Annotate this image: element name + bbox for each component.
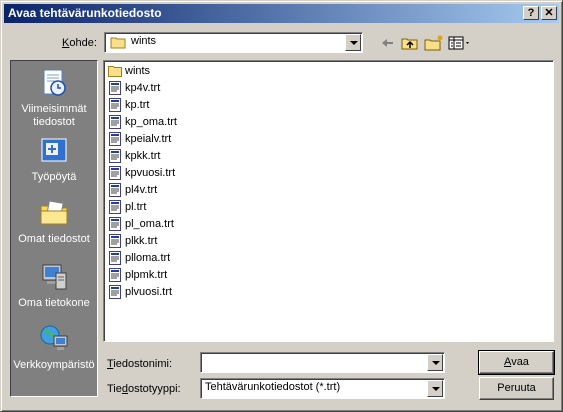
place-network[interactable]: Verkkoympäristö: [11, 323, 97, 372]
up-folder-icon: [401, 38, 418, 50]
open-button[interactable]: Avaa: [478, 350, 555, 375]
file-list[interactable]: wints kp4v.trt kp.trt kp_oma.trt kpeialv…: [103, 60, 554, 342]
file-type-label-pre: Tie: [107, 383, 122, 395]
document-icon: [109, 234, 121, 248]
file-name: plkk.trt: [125, 235, 158, 247]
look-in-dropdown[interactable]: wints: [104, 32, 363, 53]
file-type-label-rest: ostotyyppi:: [128, 383, 181, 395]
file-type-dropdown[interactable]: Tehtävärunkotiedostot (*.trt): [200, 378, 445, 399]
file-name-input[interactable]: [200, 352, 445, 373]
document-icon: [109, 251, 121, 265]
place-my-documents[interactable]: Omat tiedostot: [11, 197, 97, 246]
place-recent[interactable]: Viimeisimmät tiedostot: [11, 67, 97, 129]
open-label-rest: vaa: [511, 356, 529, 368]
close-button[interactable]: ✕: [541, 6, 557, 20]
help-icon: ?: [527, 7, 535, 19]
document-icon: [109, 285, 121, 299]
view-list-icon: [448, 36, 469, 50]
new-folder-button[interactable]: [423, 34, 445, 52]
my-documents-icon: [40, 200, 68, 225]
document-icon: [109, 166, 121, 180]
file-name: pl_oma.trt: [125, 218, 174, 230]
file-name: kpeialv.trt: [125, 133, 172, 145]
view-menu-button[interactable]: [447, 34, 473, 52]
document-icon: [109, 98, 121, 112]
file-name: kp4v.trt: [125, 82, 161, 94]
file-type-value: Tehtävärunkotiedostot (*.trt): [205, 381, 341, 393]
file-name: plvuosi.trt: [125, 286, 173, 298]
close-icon: ✕: [544, 7, 554, 19]
document-icon: [109, 115, 121, 129]
file-name: pl.trt: [125, 201, 147, 213]
place-label: Oma tietokone: [18, 297, 90, 309]
file-name-dropdown-arrow[interactable]: [427, 354, 443, 371]
place-label: Omat tiedostot: [18, 233, 90, 245]
file-name: plpmk.trt: [125, 269, 168, 281]
file-name: kpkk.trt: [125, 150, 161, 162]
recent-documents-icon: [43, 69, 66, 96]
look-in-label-rest: ohde:: [69, 37, 97, 49]
place-label: Verkkoympäristö: [13, 359, 95, 371]
document-icon: [109, 132, 121, 146]
desktop-icon: [41, 138, 67, 162]
folder-icon: [108, 66, 122, 77]
places-bar: Viimeisimmät tiedostot Työpöytä Omat tie…: [10, 60, 98, 397]
place-my-computer[interactable]: Oma tietokone: [11, 261, 97, 310]
file-name: plloma.trt: [125, 252, 171, 264]
file-name: kp_oma.trt: [125, 116, 177, 128]
new-folder-icon: [424, 35, 443, 51]
network-places-icon: [40, 325, 68, 350]
document-icon: [109, 183, 121, 197]
cancel-button[interactable]: Peruuta: [479, 377, 554, 400]
file-type-dropdown-arrow[interactable]: [427, 380, 443, 397]
folder-icon: [110, 37, 126, 49]
place-label: Viimeisimmät tiedostot: [21, 103, 87, 128]
file-name: wints: [125, 65, 151, 77]
open-dialog: Avaa tehtävärunkotiedosto ? ✕ Kohde: win…: [0, 0, 563, 412]
title-bar[interactable]: Avaa tehtävärunkotiedosto: [4, 4, 559, 23]
back-arrow-icon: [382, 39, 393, 47]
file-name: kp.trt: [125, 99, 150, 111]
file-name: pl4v.trt: [125, 184, 158, 196]
file-name: kpvuosi.trt: [125, 167, 176, 179]
place-label: Työpöytä: [31, 171, 77, 183]
file-name-label-rest: iedostonimi:: [113, 358, 173, 370]
document-icon: [109, 217, 121, 231]
look-in-dropdown-arrow[interactable]: [345, 34, 361, 51]
document-icon: [109, 81, 121, 95]
file-name-label: Tiedostonimi:: [107, 358, 172, 370]
my-computer-icon: [42, 264, 67, 290]
look-in-label: Kohde:: [62, 37, 97, 49]
cancel-label: Peruuta: [497, 382, 536, 394]
document-icon: [109, 200, 121, 214]
up-folder-button[interactable]: [399, 34, 421, 52]
back-button[interactable]: [377, 34, 399, 52]
place-desktop[interactable]: Työpöytä: [11, 135, 97, 184]
window-title: Avaa tehtävärunkotiedosto: [8, 6, 162, 20]
look-in-value: wints: [131, 35, 157, 47]
document-icon: [109, 268, 121, 282]
help-button[interactable]: ?: [523, 6, 539, 20]
document-icon: [109, 149, 121, 163]
file-type-label: Tiedostotyyppi:: [107, 383, 181, 395]
